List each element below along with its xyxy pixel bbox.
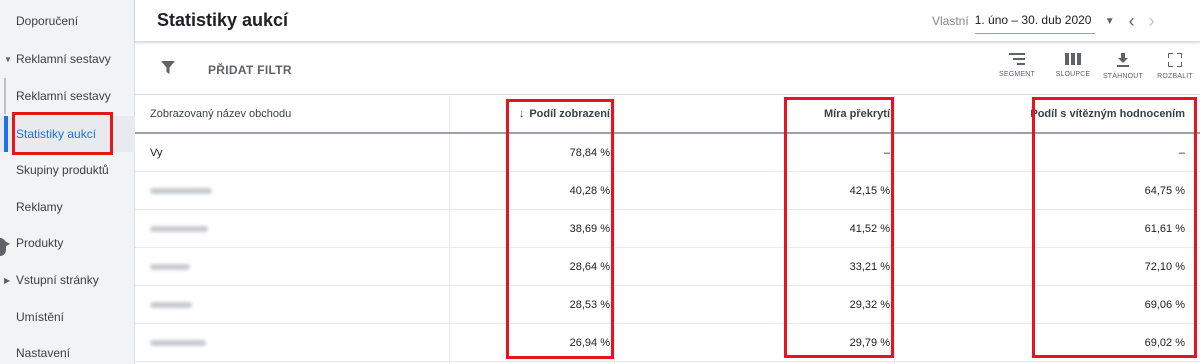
outranking-share-value: 69,02 % bbox=[1144, 336, 1185, 349]
table-row: 26,94 % 29,79 % 69,02 % bbox=[135, 324, 1200, 362]
table-row: 38,69 % 41,52 % 61,61 % bbox=[135, 210, 1200, 248]
outranking-share-value: 69,06 % bbox=[1144, 298, 1185, 311]
overlap-rate-value: 29,32 % bbox=[849, 298, 890, 311]
store-name-redacted bbox=[150, 248, 190, 285]
impression-share-value: 78,84 % bbox=[569, 146, 610, 159]
sidebar-item-label: Vstupní stránky bbox=[16, 273, 99, 287]
table-row: 28,64 % 33,21 % 72,10 % bbox=[135, 248, 1200, 286]
sidebar: Doporučení ▼ Reklamní sestavy Reklamní s… bbox=[0, 0, 135, 364]
previous-period-icon[interactable]: ‹ bbox=[1129, 11, 1135, 32]
columns-icon bbox=[1065, 53, 1081, 65]
overlap-rate-value: 41,52 % bbox=[849, 222, 890, 235]
columns-label: SLOUPCE bbox=[1055, 71, 1091, 78]
header-outranking-share[interactable]: Podíl s vítězným hodnocením bbox=[1030, 96, 1185, 132]
page-title: Statistiky aukcí bbox=[157, 10, 289, 30]
segment-label: SEGMENT bbox=[998, 71, 1035, 78]
segment-icon bbox=[1009, 53, 1025, 65]
segment-button[interactable]: SEGMENT bbox=[995, 53, 1039, 78]
sidebar-item-label: Umístění bbox=[16, 310, 65, 324]
caret-right-icon: ▶ bbox=[4, 275, 11, 285]
sidebar-item-product-groups[interactable]: Skupiny produktů bbox=[0, 152, 135, 188]
table-row: 40,28 % 42,15 % 64,75 % bbox=[135, 172, 1200, 210]
header-store-name[interactable]: Zobrazovaný název obchodu bbox=[150, 96, 291, 132]
sidebar-item-products[interactable]: ▶ Produkty bbox=[0, 225, 135, 261]
filter-icon[interactable] bbox=[161, 61, 175, 80]
page-header: Statistiky aukcí Vlastní 1. úno – 30. du… bbox=[135, 0, 1200, 42]
outranking-share-value: 64,75 % bbox=[1144, 184, 1185, 197]
outranking-share-value: 72,10 % bbox=[1144, 260, 1185, 273]
expand-label: ROZBALIT bbox=[1157, 73, 1193, 80]
active-indicator bbox=[4, 116, 8, 152]
header-impression-share[interactable]: ↓ Podíl zobrazení bbox=[519, 96, 610, 132]
overlap-rate-value: 42,15 % bbox=[849, 184, 890, 197]
header-impression-share-label: Podíl zobrazení bbox=[529, 108, 610, 120]
table-header-row: Zobrazovaný název obchodu ↓ Podíl zobraz… bbox=[135, 96, 1200, 134]
sidebar-item-ads[interactable]: Reklamy bbox=[0, 189, 135, 225]
impression-share-value: 26,94 % bbox=[569, 336, 610, 349]
impression-share-value: 40,28 % bbox=[569, 184, 610, 197]
sidebar-item-auction-insights[interactable]: Statistiky aukcí bbox=[0, 116, 135, 152]
download-button[interactable]: STÁHNOUT bbox=[1101, 53, 1145, 80]
download-label: STÁHNOUT bbox=[1102, 73, 1144, 80]
sidebar-item-recommendations[interactable]: Doporučení bbox=[0, 3, 135, 39]
store-name-redacted bbox=[150, 210, 208, 247]
sidebar-item-landing-pages[interactable]: ▶ Vstupní stránky bbox=[0, 262, 135, 298]
impression-share-value: 28,64 % bbox=[569, 260, 610, 273]
outranking-share-value: – bbox=[1178, 146, 1185, 159]
sidebar-item-label: Skupiny produktů bbox=[16, 163, 109, 177]
sidebar-item-settings[interactable]: Nastavení bbox=[0, 335, 135, 364]
sidebar-item-label: Reklamní sestavy bbox=[16, 89, 111, 103]
sidebar-item-ad-groups[interactable]: ▼ Reklamní sestavy bbox=[0, 41, 135, 77]
store-name-redacted bbox=[150, 324, 206, 361]
expand-button[interactable]: ROZBALIT bbox=[1153, 53, 1197, 80]
date-range-value[interactable]: 1. úno – 30. dub 2020 bbox=[974, 9, 1095, 34]
table-row: Vy 78,84 % – – bbox=[135, 134, 1200, 172]
table-toolbar: PŘIDAT FILTR SEGMENT SLOUPCE STÁHNOUT RO… bbox=[135, 43, 1200, 95]
impression-share-value: 28,53 % bbox=[569, 298, 610, 311]
store-name: Vy bbox=[150, 146, 163, 159]
caret-down-icon: ▼ bbox=[4, 54, 12, 64]
table-row: 28,53 % 29,32 % 69,06 % bbox=[135, 286, 1200, 324]
fullscreen-icon bbox=[1168, 53, 1182, 67]
outranking-share-value: 61,61 % bbox=[1144, 222, 1185, 235]
download-icon bbox=[1117, 53, 1129, 67]
sidebar-item-label: Nastavení bbox=[16, 346, 71, 360]
dropdown-arrow-icon[interactable]: ▼ bbox=[1105, 16, 1115, 27]
date-range-type: Vlastní bbox=[932, 14, 969, 28]
sidebar-item-label: Doporučení bbox=[16, 14, 79, 28]
overlap-rate-value: 29,79 % bbox=[849, 336, 890, 349]
sidebar-item-label: Reklamy bbox=[16, 200, 63, 214]
overlap-rate-value: 33,21 % bbox=[849, 260, 890, 273]
sidebar-item-label: Statistiky aukcí bbox=[16, 127, 97, 141]
sidebar-item-placements[interactable]: Umístění bbox=[0, 299, 135, 335]
header-overlap-rate[interactable]: Míra překrytí bbox=[824, 96, 890, 132]
sidebar-item-label: Reklamní sestavy bbox=[16, 52, 111, 66]
columns-button[interactable]: SLOUPCE bbox=[1051, 53, 1095, 78]
sidebar-item-ad-groups-sub[interactable]: Reklamní sestavy bbox=[0, 78, 135, 114]
date-range-picker[interactable]: Vlastní 1. úno – 30. dub 2020 ▼ ‹ › bbox=[932, 0, 1155, 42]
overlap-rate-value: – bbox=[883, 146, 890, 159]
store-name-redacted bbox=[150, 172, 212, 209]
impression-share-value: 38,69 % bbox=[569, 222, 610, 235]
next-period-icon[interactable]: › bbox=[1149, 11, 1155, 32]
add-filter-button[interactable]: PŘIDAT FILTR bbox=[208, 63, 292, 77]
sort-descending-icon: ↓ bbox=[518, 108, 525, 120]
store-name-redacted bbox=[150, 286, 192, 323]
